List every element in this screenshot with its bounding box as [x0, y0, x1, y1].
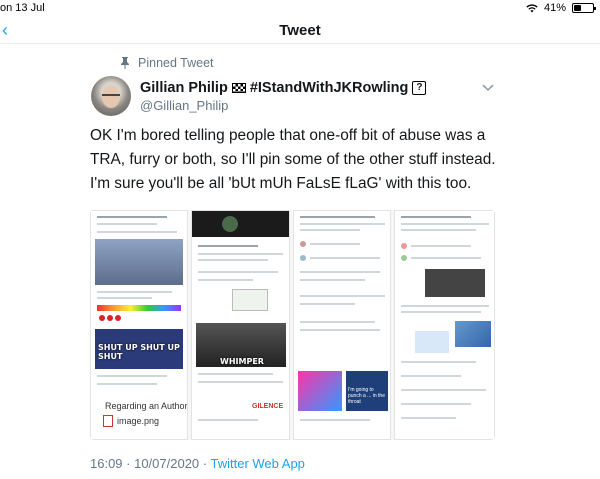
file-name: image.png: [117, 416, 160, 426]
status-clock: on 13 Jul: [0, 2, 45, 14]
media-image-2[interactable]: WHIMPER GILENCE: [191, 210, 290, 440]
avatar[interactable]: [91, 76, 131, 116]
tweet-source[interactable]: Twitter Web App: [210, 456, 304, 471]
panel-tag-2: GILENCE: [252, 403, 284, 410]
wifi-icon: [526, 3, 538, 12]
checkered-flag-icon: [231, 83, 246, 93]
tweet-media-grid[interactable]: SHUT UP SHUT UP SHUT Regarding an Author…: [90, 210, 495, 440]
author-name-row[interactable]: Gillian Philip #IStandWithJKRowling ?: [140, 80, 427, 96]
panel-caption-3: I'm going to punch a ... in the throat: [348, 387, 385, 405]
file-attachment: image.png: [103, 415, 159, 427]
media-image-4[interactable]: [394, 210, 495, 440]
author-name[interactable]: Gillian Philip: [140, 80, 228, 96]
battery-percent: 41%: [543, 2, 566, 14]
media-image-3[interactable]: I'm going to punch a ... in the throat: [293, 210, 391, 440]
status-right: 41%: [526, 2, 596, 14]
tweet-timestamp: 16:09 · 10/07/2020 · Twitter Web App: [90, 456, 305, 471]
pin-icon: [121, 57, 129, 69]
author-handle[interactable]: @Gillian_Philip: [140, 98, 228, 113]
tweet-text: OK I'm bored telling people that one-off…: [90, 127, 496, 192]
tweet-time[interactable]: 16:09 · 10/07/2020: [90, 456, 199, 471]
status-bar: on 13 Jul 41%: [0, 0, 600, 16]
pinned-label: Pinned Tweet: [138, 56, 214, 70]
panel-caption-1: Regarding an Author: [105, 401, 188, 411]
navigation-bar: ‹ Tweet: [0, 16, 600, 44]
question-mark-icon: ?: [412, 81, 427, 95]
media-image-1[interactable]: SHUT UP SHUT UP SHUT Regarding an Author…: [90, 210, 188, 440]
page-title: Tweet: [279, 22, 321, 39]
meme-caption-2: WHIMPER: [220, 357, 264, 366]
timestamp-separator: ·: [199, 456, 211, 471]
battery-icon: [572, 3, 596, 13]
pinned-indicator: Pinned Tweet: [120, 56, 214, 70]
author-name-suffix[interactable]: #IStandWithJKRowling: [250, 80, 409, 96]
image-file-icon: [103, 415, 113, 427]
meme-caption-1: SHUT UP SHUT UP SHUT: [98, 343, 180, 361]
chevron-down-icon[interactable]: [482, 84, 494, 92]
